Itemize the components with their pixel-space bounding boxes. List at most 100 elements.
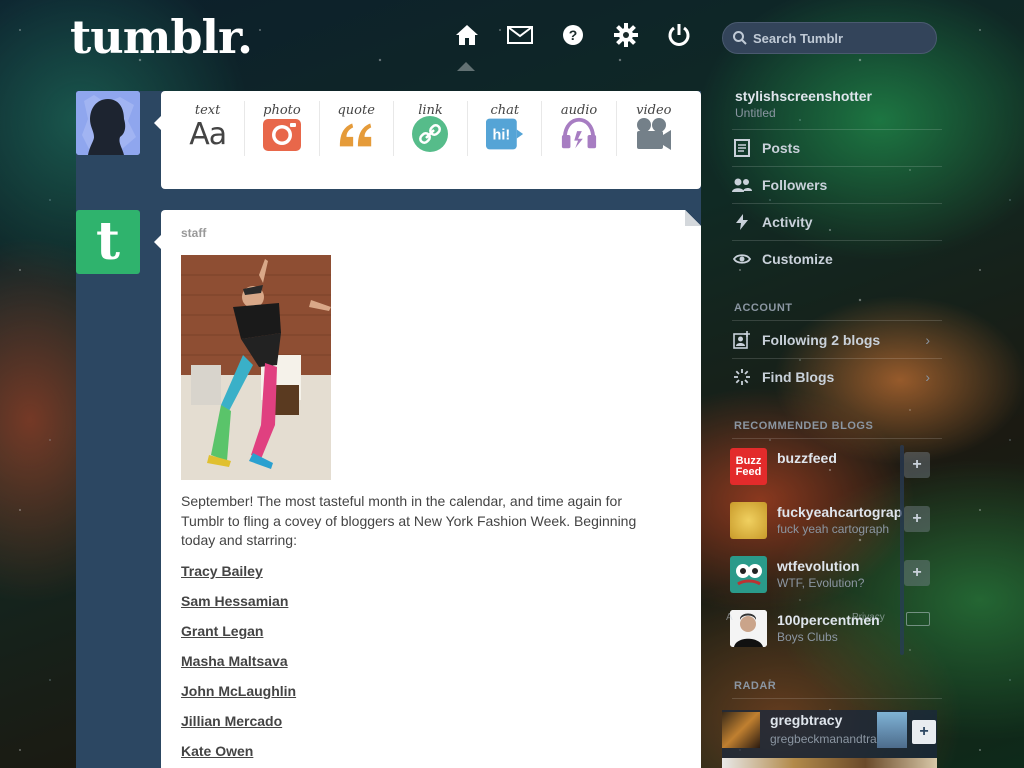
privacy-link[interactable]: Privacy (852, 612, 885, 623)
blog-thumbnail (730, 610, 767, 647)
logout-icon[interactable] (664, 20, 694, 50)
sidebar-item-label: Customize (762, 251, 833, 267)
customize-icon (732, 249, 752, 269)
radar-follow-button[interactable]: + (912, 720, 936, 744)
video-icon (635, 115, 673, 153)
svg-text:?: ? (569, 27, 578, 43)
post-fold-corner (685, 210, 701, 226)
post-link[interactable]: Grant Legan (181, 622, 296, 652)
post-author[interactable]: staff (181, 226, 206, 240)
radar-heading: RADAR (734, 680, 777, 692)
quote-icon (337, 115, 375, 153)
post-type-quote[interactable]: quote (320, 101, 394, 156)
radar-blog-title: gregbeckmanandtracy (770, 732, 889, 746)
user-avatar[interactable] (76, 91, 140, 155)
radar-widget: gregbtracy gregbeckmanandtracy + (722, 710, 937, 768)
blog-thumbnail (730, 502, 767, 539)
keyboard-icon[interactable] (906, 612, 930, 626)
recommended-scrollbar[interactable] (900, 445, 904, 655)
photo-icon (262, 115, 301, 153)
sidebar-item-following[interactable]: Following 2 blogs › (732, 325, 942, 355)
sidebar-item-followers[interactable]: Followers (732, 170, 942, 200)
sidebar-item-label: Followers (762, 177, 828, 193)
blog-thumbnail (730, 556, 767, 593)
post-type-text[interactable]: text Aa (171, 101, 246, 156)
search-box[interactable] (722, 22, 937, 54)
post-type-link[interactable]: link (394, 101, 469, 156)
blog-thumbnail: Buzz Feed (730, 448, 767, 485)
follow-button[interactable]: + (904, 452, 930, 478)
tumblr-logo[interactable]: tumblr. (70, 10, 253, 64)
chevron-right-icon: › (925, 369, 930, 385)
divider (732, 698, 942, 699)
blog-name[interactable]: stylishscreenshotter (735, 88, 872, 104)
home-icon[interactable] (452, 20, 482, 50)
post-photo[interactable] (181, 255, 331, 480)
posts-icon (732, 138, 752, 158)
blog-title: Untitled (735, 106, 776, 120)
follow-button[interactable]: + (904, 560, 930, 586)
settings-icon[interactable] (611, 20, 641, 50)
divider (732, 203, 942, 204)
search-icon (733, 31, 747, 45)
find-blogs-icon (732, 367, 752, 387)
post-link-list: Tracy Bailey Sam Hessamian Grant Legan M… (181, 562, 296, 768)
divider (732, 438, 942, 439)
post-type-audio[interactable]: audio (542, 101, 617, 156)
sidebar-item-label: Find Blogs (762, 369, 835, 385)
sidebar-item-activity[interactable]: Activity (732, 207, 942, 237)
post-link[interactable]: Kate Owen (181, 742, 296, 768)
activity-icon (732, 212, 752, 232)
sidebar-item-posts[interactable]: Posts (732, 133, 942, 163)
post-link[interactable]: Masha Maltsava (181, 652, 296, 682)
footer-link[interactable]: A (726, 612, 733, 623)
chat-icon: hi! (485, 115, 524, 153)
svg-text:hi!: hi! (492, 127, 510, 143)
blog-title: Boys Clubs (777, 630, 838, 644)
sidebar-item-find-blogs[interactable]: Find Blogs › (732, 362, 942, 392)
sidebar-item-customize[interactable]: Customize (732, 244, 942, 274)
blog-name: fuckyeahcartograp (777, 504, 902, 520)
audio-icon (560, 115, 598, 153)
tumblr-dashboard: tumblr. ? text Aa photo (0, 0, 1024, 768)
blog-name: wtfevolution (777, 558, 860, 574)
chevron-right-icon: › (925, 332, 930, 348)
post-type-selector: text Aa photo quote link chat hi! audio … (161, 91, 701, 189)
inbox-icon[interactable] (505, 20, 535, 50)
recommended-heading: RECOMMENDED BLOGS (734, 420, 874, 432)
sidebar-item-label: Posts (762, 140, 801, 156)
following-icon (732, 330, 752, 350)
followers-icon (732, 175, 752, 195)
tumblr-t-icon: t (95, 211, 121, 272)
help-icon[interactable]: ? (558, 20, 588, 50)
radar-preview (877, 712, 907, 748)
blog-title: fuck yeah cartograph (777, 522, 890, 536)
dashboard-post: staff September! The most tasteful month… (161, 210, 701, 768)
radar-post-image[interactable] (722, 758, 937, 768)
account-heading: ACCOUNT (734, 302, 793, 314)
blog-title: WTF, Evolution? (777, 576, 865, 590)
link-icon (411, 115, 449, 153)
text-icon: Aa (189, 116, 227, 152)
post-link[interactable]: Sam Hessamian (181, 592, 296, 622)
radar-blog-name[interactable]: gregbtracy (770, 712, 842, 728)
search-input[interactable] (753, 30, 923, 46)
post-link[interactable]: Tracy Bailey (181, 562, 296, 592)
post-type-photo[interactable]: photo (245, 101, 320, 156)
post-link[interactable]: John McLaughlin (181, 682, 296, 712)
staff-avatar[interactable]: t (76, 210, 140, 274)
sidebar-item-label: Activity (762, 214, 813, 230)
blog-name: buzzfeed (777, 450, 837, 466)
divider (732, 358, 942, 359)
sidebar-item-label: Following 2 blogs (762, 332, 881, 348)
post-type-video[interactable]: video (617, 101, 691, 156)
radar-avatar[interactable] (722, 712, 760, 748)
divider (732, 129, 942, 130)
post-link[interactable]: Jillian Mercado (181, 712, 296, 742)
divider (732, 240, 942, 241)
divider (732, 320, 942, 321)
post-type-chat[interactable]: chat hi! (468, 101, 543, 156)
nav-active-caret (457, 62, 475, 71)
follow-button[interactable]: + (904, 506, 930, 532)
post-body: September! The most tasteful month in th… (181, 493, 637, 548)
